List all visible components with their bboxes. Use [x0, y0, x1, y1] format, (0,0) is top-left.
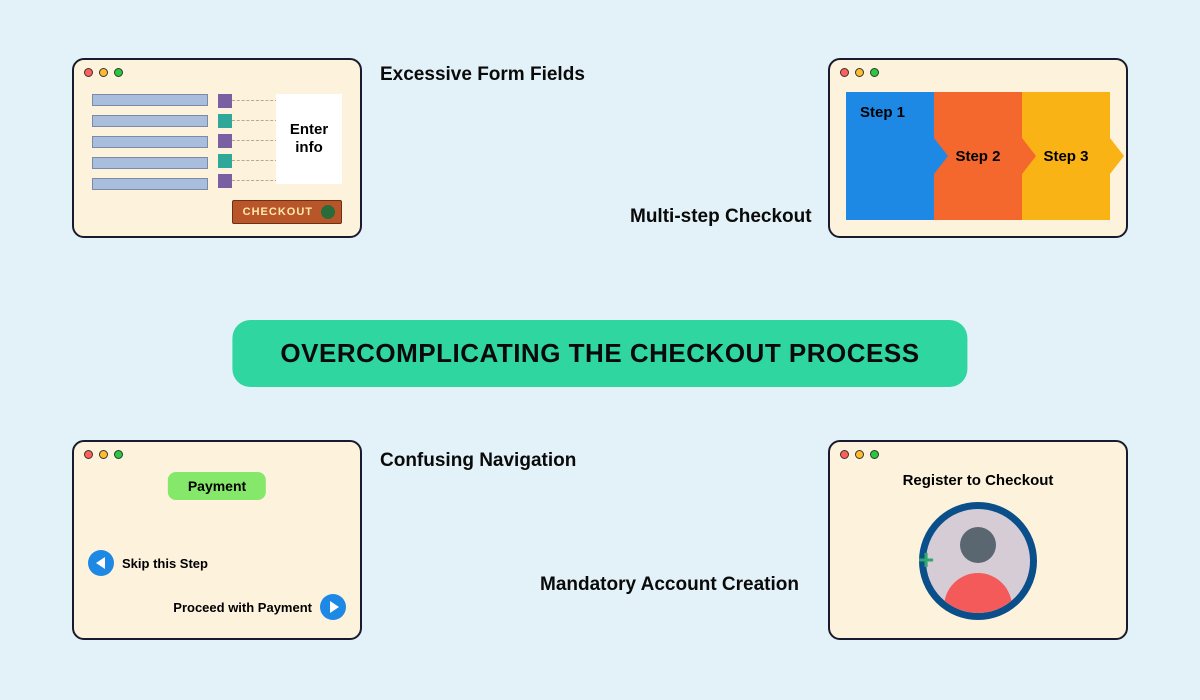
close-icon	[840, 68, 849, 77]
step-label: Step 2	[955, 148, 1000, 165]
card-excessive-form-fields: Enter info CHECKOUT	[72, 58, 362, 238]
step-label: Step 1	[860, 104, 905, 121]
form-field	[92, 136, 208, 148]
form-field	[92, 178, 208, 190]
chevron-right-icon	[1022, 138, 1036, 174]
connector-line	[232, 120, 278, 121]
main-title: OVERCOMPLICATING THE CHECKOUT PROCESS	[232, 320, 967, 387]
minimize-icon	[99, 68, 108, 77]
window-controls	[840, 68, 879, 77]
connector-line	[232, 160, 278, 161]
square-icon	[218, 94, 232, 108]
payment-badge: Payment	[168, 472, 266, 500]
arrow-left-icon	[88, 550, 114, 576]
window-controls	[840, 450, 879, 459]
plus-icon: +	[915, 550, 937, 572]
square-icon	[218, 154, 232, 168]
chevron-right-icon	[1110, 138, 1124, 174]
label-multi-step-checkout: Multi-step Checkout	[630, 206, 812, 228]
square-icon	[218, 174, 232, 188]
label-mandatory-account-creation: Mandatory Account Creation	[540, 574, 799, 596]
card-mandatory-account-creation: Register to Checkout +	[828, 440, 1128, 640]
square-icon	[218, 134, 232, 148]
enter-info-panel: Enter info	[276, 94, 342, 184]
card-multi-step-checkout: Step 1 Step 2 Step 3	[828, 58, 1128, 238]
step-1: Step 1	[846, 92, 934, 220]
checkout-button[interactable]: CHECKOUT	[232, 200, 342, 224]
checkbox-stack	[218, 94, 232, 188]
maximize-icon	[870, 450, 879, 459]
form-field	[92, 115, 208, 127]
step-progress: Step 1 Step 2 Step 3	[846, 92, 1110, 220]
close-icon	[84, 68, 93, 77]
skip-step-label: Skip this Step	[122, 556, 208, 571]
connector-line	[232, 180, 278, 181]
form-field	[92, 94, 208, 106]
window-controls	[84, 450, 123, 459]
card-confusing-navigation: Payment Skip this Step Proceed with Paym…	[72, 440, 362, 640]
connector-line	[232, 100, 278, 101]
step-label: Step 3	[1043, 148, 1088, 165]
maximize-icon	[870, 68, 879, 77]
proceed-payment-label: Proceed with Payment	[173, 600, 312, 615]
register-title: Register to Checkout	[830, 472, 1126, 489]
maximize-icon	[114, 68, 123, 77]
chevron-right-icon	[934, 138, 948, 174]
minimize-icon	[855, 68, 864, 77]
skip-step-link[interactable]: Skip this Step	[88, 550, 208, 576]
form-field	[92, 157, 208, 169]
close-icon	[84, 450, 93, 459]
maximize-icon	[114, 450, 123, 459]
close-icon	[840, 450, 849, 459]
minimize-icon	[855, 450, 864, 459]
avatar-container: +	[919, 502, 1037, 620]
proceed-payment-link[interactable]: Proceed with Payment	[173, 594, 346, 620]
form-field-stack	[92, 94, 208, 190]
arrow-right-icon	[320, 594, 346, 620]
minimize-icon	[99, 450, 108, 459]
window-controls	[84, 68, 123, 77]
label-confusing-navigation: Confusing Navigation	[380, 450, 576, 472]
connector-line	[232, 140, 278, 141]
square-icon	[218, 114, 232, 128]
label-excessive-form-fields: Excessive Form Fields	[380, 64, 585, 86]
